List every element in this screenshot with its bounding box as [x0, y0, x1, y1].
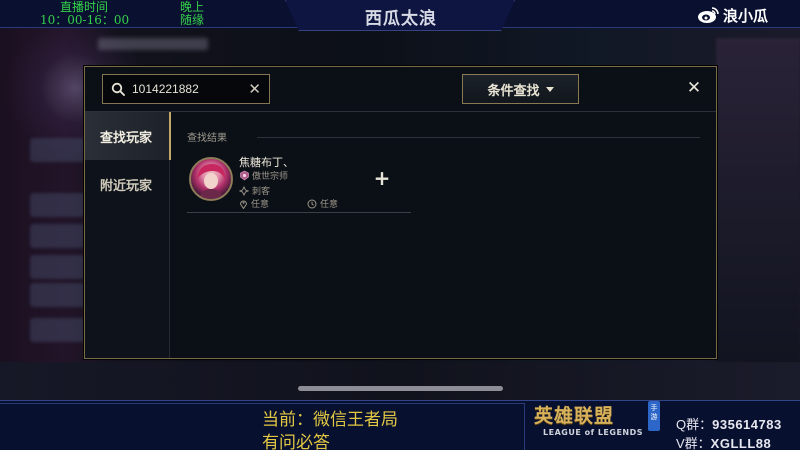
results-title: 查找结果	[187, 133, 227, 144]
player-name: 焦糖布丁、	[239, 156, 294, 169]
search-side-nav: 查找玩家 附近玩家	[85, 112, 171, 358]
player-role: 刺客	[252, 187, 271, 197]
blurred-bottom-nav	[0, 362, 800, 400]
nav-find-player[interactable]: 查找玩家	[85, 112, 171, 160]
current-game-caption: 当前：微信王者局	[262, 410, 398, 430]
avatar[interactable]	[189, 157, 233, 201]
weibo-name: 浪小瓜	[723, 6, 769, 25]
rank-icon	[240, 170, 249, 181]
player-location: 任意	[251, 200, 270, 210]
blurred-menu-item	[30, 318, 85, 342]
condition-search-button[interactable]: 条件查找	[462, 74, 579, 104]
live-time-value: 10：00-16：00	[40, 13, 130, 27]
close-icon[interactable]: ✕	[685, 79, 703, 97]
add-friend-icon[interactable]: +	[373, 168, 391, 188]
player-search-dialog: ✕ 条件查找 ✕ 查找玩家 附近玩家 查找结果 焦糖布丁、 傲世宗师	[84, 66, 717, 359]
blurred-menu-item	[30, 283, 85, 307]
blurred-profile-name	[98, 38, 208, 50]
mobile-badge-text: 手游	[650, 404, 658, 421]
mobile-badge: 手游	[648, 401, 660, 431]
blurred-menu-item	[30, 193, 85, 217]
blurred-side-panel	[716, 38, 800, 368]
stream-bottom-overlay: 当前：微信王者局 有问必答 英雄联盟 LEAGUE of LEGENDS 手游 …	[0, 400, 800, 450]
player-result-card[interactable]: 焦糖布丁、 傲世宗师 刺客 任意 任意 +	[187, 151, 411, 213]
player-location-row: 任意	[239, 197, 269, 210]
wechat-group-line: V群：XGLLL88	[676, 433, 771, 450]
qa-caption: 有问必答	[262, 433, 330, 450]
caret-down-icon	[545, 86, 554, 92]
player-time-row: 任意	[307, 197, 338, 210]
weibo-handle: 浪小瓜	[697, 5, 768, 25]
logo-chinese-text: 英雄联盟	[534, 405, 615, 427]
wechat-group-id: XGLLL88	[710, 436, 772, 450]
player-role-row: 刺客	[239, 184, 270, 197]
condition-search-label: 条件查找	[487, 83, 540, 99]
player-rank-row: 傲世宗师	[239, 169, 288, 182]
search-input[interactable]	[132, 82, 250, 96]
dialog-header-divider	[85, 111, 716, 112]
location-icon	[239, 200, 248, 209]
evening-value: 随缘	[180, 13, 205, 27]
results-divider	[257, 137, 700, 138]
search-icon	[111, 82, 125, 96]
stream-title: 西瓜太浪	[365, 9, 437, 29]
qq-group-number: 935614783	[712, 417, 782, 432]
blurred-menu-item	[30, 255, 85, 279]
stream-title-plate: 西瓜太浪	[285, 0, 515, 31]
league-of-legends-logo: 英雄联盟 LEAGUE of LEGENDS 手游	[520, 391, 675, 450]
home-indicator	[298, 386, 503, 391]
weibo-icon	[698, 7, 719, 23]
player-online-time: 任意	[320, 200, 339, 210]
clear-icon[interactable]: ✕	[248, 81, 261, 97]
clock-icon	[307, 199, 317, 208]
champion-portrait	[197, 163, 225, 199]
stream-top-overlay: 直播时间 10：00-16：00 晚上 随缘 西瓜太浪 浪小瓜	[0, 0, 800, 31]
blurred-menu-item	[30, 138, 85, 162]
search-box[interactable]: ✕	[102, 74, 270, 104]
qq-group-line: Q群：935614783	[676, 414, 782, 433]
qq-group-label: Q群：	[676, 417, 713, 432]
nav-nearby-players[interactable]: 附近玩家	[85, 160, 170, 208]
player-rank: 傲世宗师	[252, 172, 289, 182]
role-icon	[239, 185, 249, 196]
logo-english-text: LEAGUE of LEGENDS	[543, 428, 644, 437]
wechat-group-label: V群：	[676, 436, 711, 450]
blurred-menu-item	[30, 224, 85, 248]
